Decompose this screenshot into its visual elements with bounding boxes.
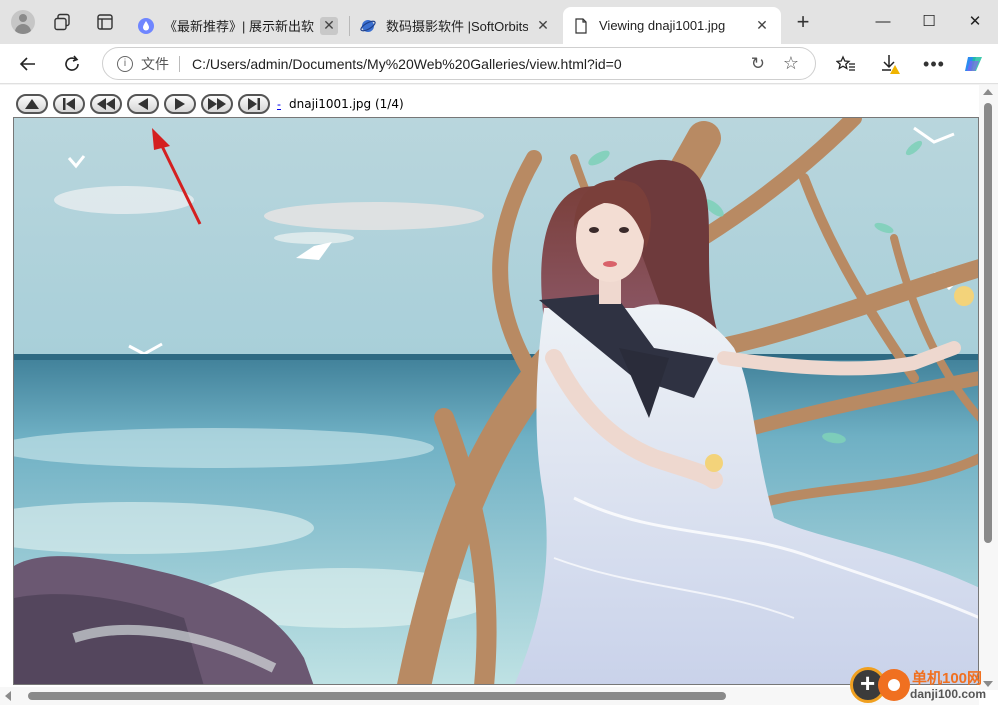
first-button[interactable]	[53, 94, 85, 114]
profile-avatar[interactable]	[8, 8, 38, 36]
gallery-nav-bar: - dnaji1001.jpg (1/4)	[16, 93, 404, 115]
tab-actions-icon	[97, 14, 113, 30]
address-divider	[179, 55, 180, 72]
horizontal-scroll-thumb[interactable]	[28, 692, 726, 700]
up-button[interactable]	[16, 94, 48, 114]
url-text[interactable]: C:/Users/admin/Documents/My%20Web%20Gall…	[192, 56, 622, 72]
fast-forward-button[interactable]	[201, 94, 233, 114]
minimize-button[interactable]: —	[860, 6, 906, 36]
rewind-button[interactable]	[90, 94, 122, 114]
tab-strip: 《最新推荐》| 展示新出软件 ✕ 数码摄影软件 |SoftOrbits 软件 ✕…	[0, 0, 998, 44]
favorites-button[interactable]	[830, 48, 862, 80]
rewind-icon	[97, 98, 115, 110]
watermark: 单机100网 danji100.com	[850, 665, 998, 705]
watermark-domain: danji100.com	[910, 687, 987, 701]
last-button[interactable]	[238, 94, 270, 114]
tab-title: Viewing dnaji1001.jpg	[599, 18, 726, 33]
maximize-button[interactable]: ☐	[906, 6, 952, 36]
softorbits-icon	[360, 19, 376, 32]
previous-button[interactable]	[127, 94, 159, 114]
watermark-logo-circle-icon	[878, 669, 910, 701]
file-scheme-label: 文件	[141, 55, 169, 72]
play-button[interactable]	[164, 94, 196, 114]
copilot-button[interactable]	[958, 48, 990, 80]
tab-recommend[interactable]: 《最新推荐》| 展示新出软件 ✕	[128, 7, 348, 44]
close-window-button[interactable]: ✕	[952, 6, 998, 36]
scroll-left-arrow-icon[interactable]	[5, 691, 11, 701]
tab-softorbits[interactable]: 数码摄影软件 |SoftOrbits 软件 ✕	[350, 7, 562, 44]
favorite-star-icon[interactable]: ☆	[783, 53, 799, 74]
play-reverse-icon	[138, 98, 148, 110]
drop-icon	[138, 17, 154, 34]
address-bar[interactable]: i 文件 C:/Users/admin/Documents/My%20Web%2…	[102, 47, 816, 80]
skip-last-icon	[248, 98, 260, 110]
fast-forward-icon	[208, 98, 226, 110]
vertical-scrollbar[interactable]	[979, 85, 998, 690]
avatar-icon	[11, 10, 35, 34]
refresh-icon	[65, 55, 79, 71]
image-caption: dnaji1001.jpg (1/4)	[289, 97, 404, 111]
download-warning-icon	[882, 55, 900, 74]
tab-viewing[interactable]: Viewing dnaji1001.jpg ✕	[563, 7, 781, 44]
workspaces-icon	[54, 13, 70, 31]
skip-first-icon	[63, 98, 75, 110]
tab-close-button[interactable]: ✕	[753, 17, 771, 35]
back-button[interactable]	[12, 48, 44, 80]
tab-close-button[interactable]: ✕	[320, 16, 338, 35]
page-icon	[575, 17, 587, 34]
triangle-up-icon	[25, 99, 39, 109]
browser-window: 《最新推荐》| 展示新出软件 ✕ 数码摄影软件 |SoftOrbits 软件 ✕…	[0, 0, 998, 705]
read-aloud-icon[interactable]: ↻	[751, 54, 765, 74]
more-options-button[interactable]: •••	[918, 48, 950, 80]
new-tab-button[interactable]: +	[790, 9, 816, 35]
favorites-icon	[836, 55, 855, 71]
site-info-icon[interactable]: i	[117, 55, 133, 72]
downloads-button[interactable]	[874, 48, 906, 80]
tab-actions-button[interactable]	[90, 8, 120, 36]
tab-title: 数码摄影软件 |SoftOrbits 软件	[386, 19, 528, 34]
browser-toolbar: i 文件 C:/Users/admin/Documents/My%20Web%2…	[0, 44, 998, 84]
play-icon	[175, 98, 185, 110]
back-arrow-icon	[19, 57, 35, 71]
tab-close-button[interactable]: ✕	[534, 17, 552, 35]
refresh-button[interactable]	[56, 48, 88, 80]
gallery-index-link[interactable]: -	[277, 97, 281, 111]
horizontal-scrollbar[interactable]	[0, 687, 979, 705]
vertical-scroll-thumb[interactable]	[984, 103, 992, 543]
watermark-text: 单机100网	[912, 670, 983, 687]
copilot-icon	[965, 57, 982, 71]
annotation-arrow-icon	[152, 128, 202, 225]
workspaces-button[interactable]	[47, 8, 77, 36]
tab-title: 《最新推荐》| 展示新出软件	[164, 19, 314, 34]
scroll-up-arrow-icon[interactable]	[983, 89, 993, 95]
